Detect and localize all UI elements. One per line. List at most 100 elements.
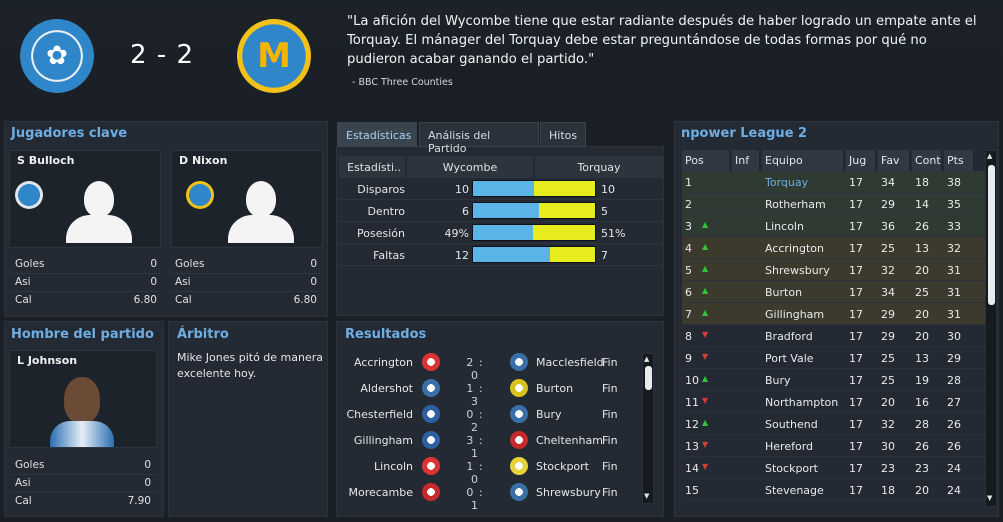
panel-title: Árbitro (177, 327, 229, 342)
motm-card[interactable]: L Johnson (9, 350, 157, 448)
player-name[interactable]: D Nixon (179, 154, 227, 167)
league-cell-team[interactable]: Bradford (765, 330, 813, 343)
league-cell-pj: 17 (849, 440, 863, 453)
league-column-header[interactable]: Pts (944, 150, 974, 171)
home-team[interactable]: Lincoln (374, 460, 413, 473)
player-name[interactable]: L Johnson (17, 354, 77, 367)
league-cell-pos: 9 (685, 352, 692, 365)
league-cell-team[interactable]: Stockport (765, 462, 818, 475)
stat-comparison-bar (472, 180, 596, 197)
away-team[interactable]: Macclesfield (536, 356, 604, 369)
league-row[interactable]: 12 Southend 17 32 28 26 ▲ (682, 413, 992, 435)
league-cell-team[interactable]: Hereford (765, 440, 813, 453)
league-column-header[interactable]: Pos (682, 150, 730, 171)
league-cell-team[interactable]: Gillingham (765, 308, 824, 321)
result-row[interactable]: Accrington 2 : 0 Macclesfield Fin (340, 350, 640, 382)
league-row[interactable]: 11 Northampton 17 20 16 27 ▼ (682, 391, 992, 413)
tab-hitos[interactable]: Hitos (540, 122, 586, 147)
league-cell-team[interactable]: Accrington (765, 242, 824, 255)
player-name[interactable]: S Bulloch (17, 154, 74, 167)
scroll-up-icon[interactable]: ▲ (987, 152, 992, 160)
league-cell-pj: 17 (849, 330, 863, 343)
league-cell-pts: 27 (947, 396, 961, 409)
league-row[interactable]: 13 Hereford 17 30 26 26 ▼ (682, 435, 992, 457)
league-cell-gc: 20 (915, 308, 929, 321)
result-row[interactable]: Lincoln 1 : 0 Stockport Fin (340, 454, 640, 486)
scroll-down-icon[interactable]: ▼ (987, 494, 992, 502)
stat-value: 6.80 (133, 294, 157, 306)
league-row[interactable]: 7 Gillingham 17 29 20 31 ▲ (682, 303, 992, 325)
league-column-header[interactable]: Inf (732, 150, 760, 171)
league-scrollbar[interactable]: ▲ ▼ (985, 150, 997, 507)
league-cell-team[interactable]: Stevenage (765, 484, 824, 497)
league-cell-gc: 20 (915, 264, 929, 277)
away-team[interactable]: Stockport (536, 460, 589, 473)
league-cell-team[interactable]: Northampton (765, 396, 838, 409)
away-team[interactable]: Cheltenham (536, 434, 603, 447)
league-cell-pj: 17 (849, 352, 863, 365)
result-row[interactable]: Aldershot 1 : 3 Burton Fin (340, 376, 640, 408)
league-cell-team[interactable]: Shrewsbury (765, 264, 830, 277)
player-card-away[interactable]: D Nixon (171, 150, 323, 248)
league-column-header[interactable]: Fav (878, 150, 910, 171)
home-team[interactable]: Chesterfield (347, 408, 414, 421)
league-row[interactable]: 3 Lincoln 17 36 26 33 ▲ (682, 215, 992, 237)
home-team[interactable]: Accrington (354, 356, 413, 369)
league-cell-pos: 6 (685, 286, 692, 299)
league-cell-team[interactable]: Lincoln (765, 220, 804, 233)
league-cell-gc: 20 (915, 330, 929, 343)
away-team[interactable]: Bury (536, 408, 562, 421)
tab-analisis[interactable]: Análisis del Partido (419, 122, 539, 155)
scroll-thumb[interactable] (645, 366, 652, 390)
league-row[interactable]: 14 Stockport 17 23 23 24 ▼ (682, 457, 992, 479)
league-row[interactable]: 8 Bradford 17 29 20 30 ▼ (682, 325, 992, 347)
league-cell-team[interactable]: Torquay (765, 176, 808, 189)
league-row[interactable]: 9 Port Vale 17 25 13 29 ▼ (682, 347, 992, 369)
stat-value: 7.90 (127, 495, 151, 507)
match-score: 2 - 2 (130, 40, 194, 70)
home-team[interactable]: Morecambe (348, 486, 413, 499)
league-row[interactable]: 2 Rotherham 17 29 14 35 (682, 193, 992, 215)
result-score[interactable]: 0 : 1 (461, 486, 489, 512)
league-cell-team[interactable]: Rotherham (765, 198, 826, 211)
league-cell-pts: 31 (947, 286, 961, 299)
tab-estadisticas[interactable]: Estadísticas (337, 122, 417, 147)
stat-home-value: 6 (462, 205, 469, 218)
league-column-header[interactable]: Jug (846, 150, 876, 171)
scroll-down-icon[interactable]: ▼ (644, 492, 649, 500)
away-team[interactable]: Shrewsbury (536, 486, 601, 499)
stat-label: Faltas (373, 249, 405, 262)
player-card-home[interactable]: S Bulloch (9, 150, 161, 248)
trend-up-icon: ▲ (702, 242, 709, 251)
league-row[interactable]: 5 Shrewsbury 17 32 20 31 ▲ (682, 259, 992, 281)
stat-value: 0 (144, 477, 151, 489)
league-cell-team[interactable]: Bury (765, 374, 791, 387)
league-column-header[interactable]: Equipo (762, 150, 844, 171)
league-cell-pos: 7 (685, 308, 692, 321)
scroll-up-icon[interactable]: ▲ (644, 355, 649, 363)
league-cell-pos: 5 (685, 264, 692, 277)
league-row[interactable]: 15 Stevenage 17 18 20 24 (682, 479, 992, 501)
stat-home-value: 12 (455, 249, 469, 262)
home-team[interactable]: Aldershot (360, 382, 413, 395)
away-team[interactable]: Burton (536, 382, 573, 395)
league-row[interactable]: 4 Accrington 17 25 13 32 ▲ (682, 237, 992, 259)
wycombe-crest-icon[interactable]: ✿ (20, 19, 94, 93)
scroll-thumb[interactable] (988, 165, 995, 305)
result-row[interactable]: Morecambe 0 : 1 Shrewsbury Fin (340, 480, 640, 512)
home-team[interactable]: Gillingham (354, 434, 413, 447)
league-cell-pos: 1 (685, 176, 692, 189)
stat-comparison-bar (472, 224, 596, 241)
league-row[interactable]: 10 Bury 17 25 19 28 ▲ (682, 369, 992, 391)
league-cell-team[interactable]: Southend (765, 418, 818, 431)
result-row[interactable]: Gillingham 3 : 1 Cheltenham Fin (340, 428, 640, 460)
results-scrollbar[interactable]: ▲ ▼ (642, 353, 654, 504)
league-row[interactable]: 1 Torquay 17 34 18 38 (682, 171, 992, 193)
league-cell-gf: 25 (881, 242, 895, 255)
league-cell-team[interactable]: Port Vale (765, 352, 814, 365)
league-cell-team[interactable]: Burton (765, 286, 802, 299)
torquay-crest-icon[interactable]: M (237, 19, 311, 93)
league-column-header[interactable]: Cont (912, 150, 942, 171)
league-row[interactable]: 6 Burton 17 34 25 31 ▲ (682, 281, 992, 303)
result-row[interactable]: Chesterfield 0 : 2 Bury Fin (340, 402, 640, 434)
